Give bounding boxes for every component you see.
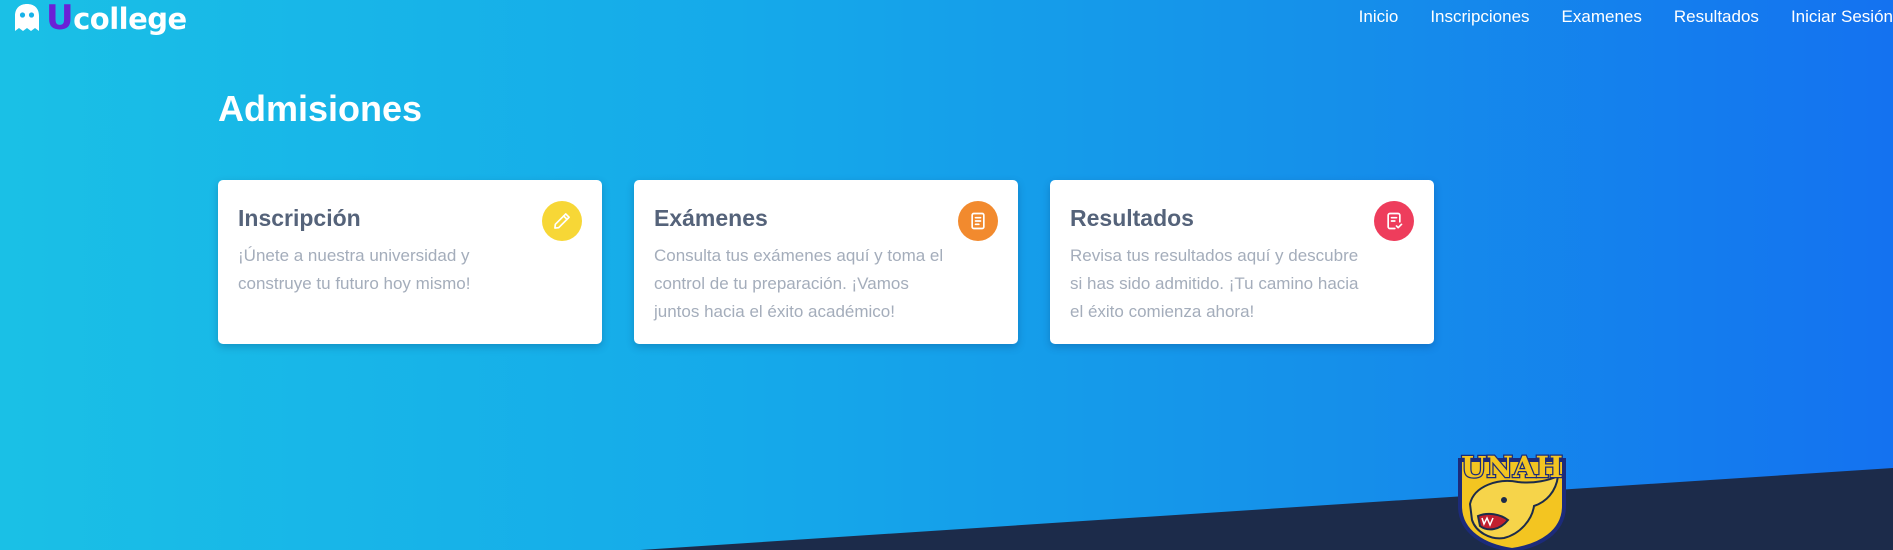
card-examenes[interactable]: Exámenes Consulta tus exámenes aquí y to…: [634, 180, 1018, 344]
nav-link-resultados[interactable]: Resultados: [1674, 7, 1759, 27]
nav-link-iniciar-sesion[interactable]: Iniciar Sesión: [1791, 7, 1893, 27]
brand-logo-link[interactable]: Ucollege: [12, 0, 187, 36]
card-title: Resultados: [1070, 205, 1194, 231]
admission-cards: Inscripción ¡Únete a nuestra universidad…: [218, 180, 1434, 344]
brand-name: Ucollege: [46, 0, 187, 37]
document-icon: [958, 201, 998, 241]
card-resultados[interactable]: Resultados Revisa tus resultados aquí y …: [1050, 180, 1434, 344]
pencil-icon: [542, 201, 582, 241]
nav-links: Inicio Inscripciones Examenes Resultados…: [1327, 0, 1893, 34]
page-title: Admisiones: [218, 88, 423, 129]
brand-u-letter: U: [46, 0, 74, 38]
puma-mascot-logo: UNAH: [1458, 449, 1566, 550]
brand-name-rest: college: [73, 1, 187, 36]
card-inscripcion[interactable]: Inscripción ¡Únete a nuestra universidad…: [218, 180, 602, 344]
card-description: Revisa tus resultados aquí y descubre si…: [1070, 246, 1359, 321]
card-description: ¡Únete a nuestra universidad y construye…: [238, 246, 471, 293]
card-description: Consulta tus exámenes aquí y toma el con…: [654, 246, 944, 321]
nav-link-examenes[interactable]: Examenes: [1562, 7, 1642, 27]
card-title: Inscripción: [238, 205, 361, 231]
nav-link-inscripciones[interactable]: Inscripciones: [1430, 7, 1529, 27]
nav-link-inicio[interactable]: Inicio: [1359, 7, 1399, 27]
top-navbar: Ucollege Inicio Inscripciones Examenes R…: [0, 0, 1893, 36]
card-title: Exámenes: [654, 205, 768, 231]
clipboard-check-icon: [1374, 201, 1414, 241]
ghost-logo-icon: [15, 4, 39, 31]
mascot-text: UNAH: [1461, 450, 1563, 484]
